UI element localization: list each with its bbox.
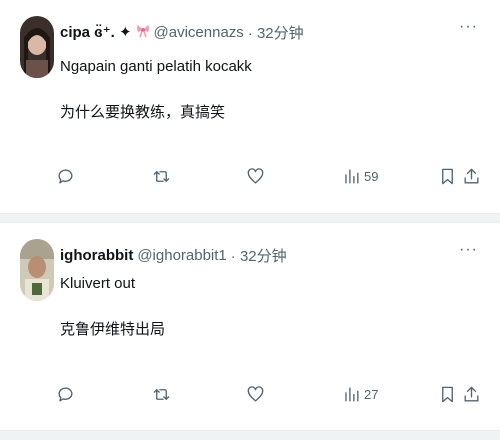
like-icon	[247, 385, 264, 402]
share-icon	[464, 168, 479, 184]
share-icon	[464, 386, 479, 402]
view-count: 27	[364, 386, 379, 402]
retweet-button[interactable]	[152, 163, 171, 189]
reply-icon	[58, 169, 73, 184]
bookmark-icon	[442, 386, 453, 402]
bookmark-button[interactable]	[438, 381, 457, 407]
more-icon[interactable]: ···	[459, 19, 478, 35]
bookmark-button[interactable]	[438, 163, 457, 189]
view-count: 59	[364, 168, 379, 184]
reply-icon	[58, 387, 73, 402]
reply-button[interactable]	[56, 381, 75, 407]
views-icon	[345, 386, 359, 402]
reply-button[interactable]	[56, 163, 75, 189]
tweet[interactable]: ighorabbit @ighorabbit1 · 32分钟 ··· Kluiv…	[0, 223, 500, 440]
tweet-translation: 克鲁伊维特出局	[60, 321, 166, 338]
more-icon[interactable]: ···	[459, 242, 478, 258]
bookmark-icon	[442, 168, 453, 184]
tweet-header: cipa ɞ̈⁺. ✦ @avicennazs · 32分钟	[60, 20, 304, 44]
tweet-text: Ngapain ganti pelatih kocakk	[60, 58, 252, 75]
user-handle[interactable]: @ighorabbit1	[137, 247, 226, 264]
avatar[interactable]	[20, 239, 54, 301]
share-button[interactable]	[462, 163, 481, 189]
action-bar: 59	[0, 163, 500, 189]
tweet-divider	[0, 430, 500, 440]
timestamp[interactable]: · 32分钟	[231, 245, 287, 266]
share-button[interactable]	[462, 381, 481, 407]
action-bar: 27	[0, 381, 500, 407]
display-name[interactable]: cipa ɞ̈⁺. ✦	[60, 23, 132, 41]
like-icon	[247, 167, 264, 184]
pink-bow-emoji	[136, 22, 150, 42]
tweet[interactable]: cipa ɞ̈⁺. ✦ @avicennazs · 32分钟 ··· Ngapa…	[0, 0, 500, 213]
like-button[interactable]	[246, 381, 265, 407]
retweet-icon	[153, 170, 170, 182]
tweet-translation: 为什么要换教练，真搞笑	[60, 104, 226, 121]
like-button[interactable]	[246, 163, 265, 189]
user-handle[interactable]: @avicennazs	[154, 24, 244, 41]
views-button[interactable]: 59	[342, 163, 378, 189]
tweet-divider	[0, 213, 500, 223]
avatar[interactable]	[20, 16, 54, 78]
tweet-header: ighorabbit @ighorabbit1 · 32分钟	[60, 243, 287, 267]
display-name[interactable]: ighorabbit	[60, 247, 133, 264]
views-button[interactable]: 27	[342, 381, 378, 407]
timestamp[interactable]: · 32分钟	[248, 22, 304, 43]
views-icon	[345, 168, 359, 184]
retweet-icon	[153, 388, 170, 400]
tweet-text: Kluivert out	[60, 275, 136, 292]
retweet-button[interactable]	[152, 381, 171, 407]
